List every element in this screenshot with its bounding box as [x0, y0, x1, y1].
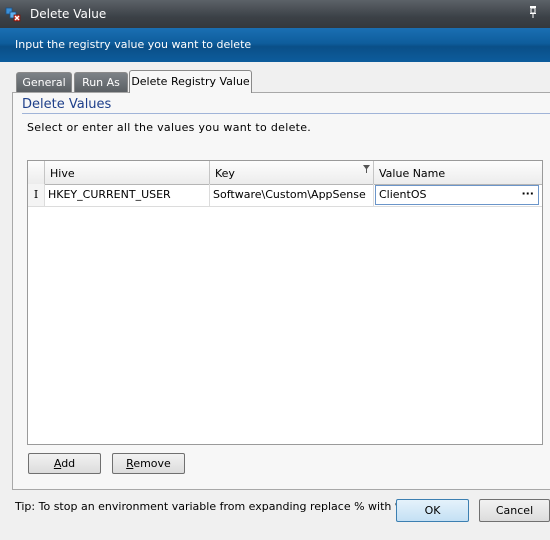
cell-hive[interactable]: HKEY_CURRENT_USER	[45, 184, 210, 206]
ok-button[interactable]: OK	[396, 499, 469, 522]
remove-button-label: emove	[133, 457, 171, 470]
column-header-value-name-label: Value Name	[379, 167, 446, 180]
row-indicator: I	[33, 188, 39, 201]
remove-button[interactable]: Remove	[112, 453, 185, 474]
cancel-button[interactable]: Cancel	[479, 499, 550, 522]
tip-text: Tip: To stop an environment variable fro…	[15, 500, 420, 513]
group-title: Delete Values	[22, 97, 116, 112]
window-title: Delete Value	[30, 7, 107, 21]
add-button-label: dd	[61, 457, 76, 470]
value-name-input[interactable]: ClientOS	[379, 186, 427, 204]
ok-button-label: OK	[424, 504, 441, 517]
column-header-key[interactable]: Key	[210, 161, 374, 184]
instruction-banner: Input the registry value you want to del…	[0, 28, 550, 62]
tab-delete-registry-value-label: Delete Registry Value	[131, 75, 250, 88]
row-header-corner	[28, 161, 45, 184]
tab-general[interactable]: General	[16, 72, 72, 92]
values-grid[interactable]: Hive Key Value Name I HKEY_CURRENT_USER …	[27, 160, 543, 445]
cancel-button-label: Cancel	[495, 504, 534, 517]
filter-icon[interactable]	[363, 165, 370, 173]
pin-icon[interactable]	[530, 6, 536, 18]
grid-header: Hive Key Value Name	[28, 161, 542, 185]
instructions-text: Select or enter all the values you want …	[27, 121, 312, 134]
table-row[interactable]: I HKEY_CURRENT_USER Software\Custom\AppS…	[28, 184, 542, 207]
tab-run-as[interactable]: Run As	[74, 72, 128, 92]
tab-delete-registry-value[interactable]: Delete Registry Value	[129, 70, 252, 93]
group-divider	[22, 113, 550, 114]
cell-key[interactable]: Software\Custom\AppSense	[210, 184, 374, 206]
tab-run-as-label: Run As	[82, 76, 120, 89]
column-header-hive[interactable]: Hive	[45, 161, 210, 184]
banner-text: Input the registry value you want to del…	[15, 38, 252, 51]
title-bar[interactable]: Delete Value	[0, 0, 550, 28]
column-header-value-name[interactable]: Value Name	[374, 161, 542, 184]
row-edit-icon: I	[28, 184, 45, 206]
column-header-key-label: Key	[215, 167, 235, 180]
browse-ellipsis-button[interactable]: ···	[521, 186, 534, 202]
app-registry-icon	[5, 7, 21, 22]
add-button[interactable]: Add	[28, 453, 101, 474]
column-header-hive-label: Hive	[50, 167, 75, 180]
value-name-editor[interactable]: ClientOS ···	[375, 185, 539, 205]
tab-general-label: General	[22, 76, 66, 89]
